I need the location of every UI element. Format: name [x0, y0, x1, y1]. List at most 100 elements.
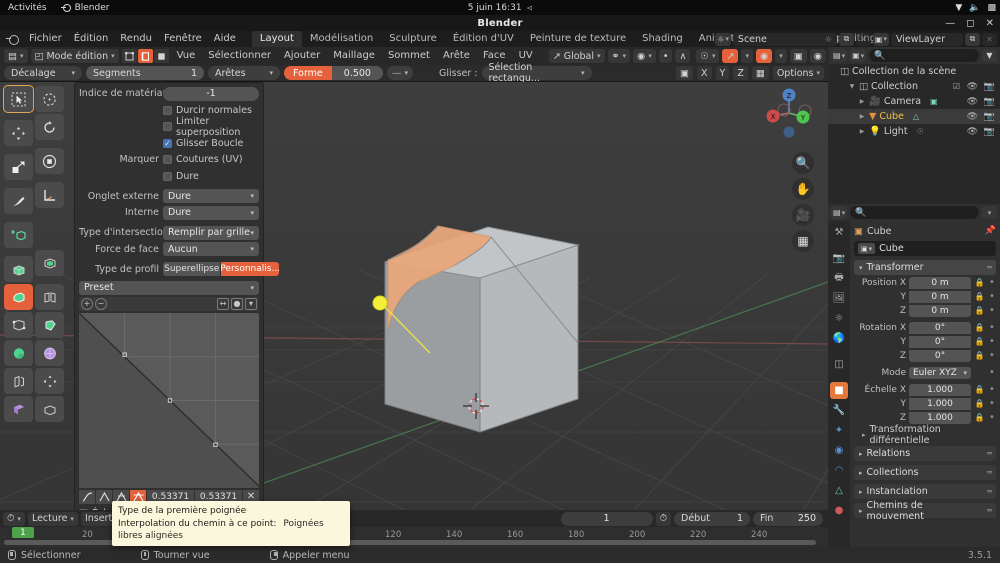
tool-select-box[interactable] — [35, 86, 64, 112]
close-button[interactable]: ✕ — [986, 18, 994, 29]
camera-view-icon[interactable]: 🎥 — [792, 204, 814, 226]
bevel-segments-field[interactable]: Segments 1 — [86, 66, 204, 80]
tab-constraints[interactable]: ◠ — [830, 462, 848, 479]
animate-property-icon[interactable]: • — [988, 384, 996, 395]
rotation-x-field[interactable]: 0° — [909, 321, 971, 334]
new-scene-button[interactable]: ⧉ — [838, 32, 854, 46]
scale-z-field[interactable]: 1.000 — [909, 411, 971, 424]
pan-view-icon[interactable]: ✋ — [792, 178, 814, 200]
face-strength-dropdown[interactable]: Aucun ▾ — [163, 242, 259, 256]
properties-search-input[interactable]: 🔍 — [850, 206, 979, 219]
animate-property-icon[interactable]: • — [988, 291, 996, 302]
tab-physics[interactable]: ◉ — [830, 442, 848, 459]
tool-measure[interactable] — [35, 182, 64, 208]
timeline-editor-type-button[interactable]: ⏱ ▾ — [3, 511, 25, 526]
rotation-mode-dropdown[interactable]: Euler XYZ ▾ — [909, 366, 971, 379]
viewlayer-name-field[interactable]: ViewLayer — [891, 32, 963, 46]
outliner-row-scene-collection[interactable]: ◫ Collection de la scène — [828, 64, 1000, 79]
expand-triangle-icon[interactable]: ▶ — [858, 98, 866, 105]
zoom-view-icon[interactable]: 🔍 — [792, 152, 814, 174]
disable-in-render-icon[interactable]: 📷 — [984, 97, 995, 107]
falloff-curve-icon[interactable]: ∧ — [675, 49, 691, 63]
material-index-field[interactable]: -1 — [163, 86, 259, 101]
lock-icon[interactable]: 🔒 — [974, 413, 985, 422]
tab-material[interactable]: ● — [830, 502, 848, 519]
viewport-options-dropdown[interactable]: Options ▾ — [772, 66, 824, 80]
tool-annotate[interactable] — [4, 188, 33, 214]
tab-collection[interactable]: ◫ — [830, 356, 848, 373]
hide-in-viewport-icon[interactable]: 👁 — [967, 127, 978, 137]
tool-poly-build[interactable] — [35, 312, 64, 338]
shading-wireframe-button[interactable]: ◉ — [809, 49, 827, 63]
clamp-overlap-checkbox[interactable] — [163, 122, 172, 131]
viewport-menu-selectionner[interactable]: Sélectionner — [203, 47, 276, 65]
animate-property-icon[interactable]: • — [988, 336, 996, 347]
tab-sculpture[interactable]: Sculpture — [381, 31, 445, 47]
properties-filter-dropdown[interactable]: ▾ — [982, 206, 997, 219]
scene-browse-icon[interactable]: ☼ ▾ — [715, 32, 731, 46]
profile-superellipse-button[interactable]: Superellipse — [163, 262, 221, 276]
mirror-options-icon[interactable]: ▦ — [751, 66, 769, 80]
profile-preset-dropdown[interactable]: Preset ▾ — [79, 280, 259, 295]
panel-header-relations[interactable]: ▸ Relations ═ — [854, 446, 996, 461]
location-y-field[interactable]: 0 m — [909, 290, 971, 303]
lock-icon[interactable]: 🔒 — [974, 323, 985, 332]
navigation-gizmo[interactable]: Z X Y — [762, 86, 816, 140]
lock-icon[interactable]: 🔒 — [974, 278, 985, 287]
viewport-overlays-toggle[interactable]: ◉ — [755, 49, 773, 63]
outliner-editor-type-button[interactable]: ▤ ▾ — [831, 49, 848, 62]
tool-loop-cut[interactable] — [35, 284, 64, 310]
axis-z-toggle[interactable]: Z — [733, 66, 748, 80]
use-preview-range-icon[interactable]: ⏱ — [655, 511, 671, 526]
animate-property-icon[interactable]: • — [988, 367, 996, 378]
intersection-type-dropdown[interactable]: Remplir par grille ▾ — [163, 225, 259, 240]
tab-view-layer[interactable]: 🖼 — [830, 290, 848, 307]
pivot-point-button[interactable]: • — [658, 49, 673, 63]
camera-data-icon[interactable]: ▣ — [930, 97, 938, 106]
tool-rotate[interactable] — [35, 114, 64, 140]
remove-viewlayer-button[interactable]: ✕ — [982, 32, 997, 46]
gizmo-options-dropdown[interactable]: ▾ — [741, 49, 753, 63]
loop-slide-checkbox[interactable]: ✓ — [163, 138, 172, 148]
timeline-playhead[interactable]: 1 — [12, 527, 34, 538]
object-browse-icon[interactable]: ▣ ▾ — [858, 243, 876, 254]
outliner-row-light[interactable]: ▶ 💡 Light ☉ 👁 📷 — [828, 124, 1000, 139]
outliner-filter-icon[interactable]: ▼ — [982, 49, 997, 62]
viewport-menu-maillage[interactable]: Maillage — [328, 47, 380, 65]
outliner-display-mode-button[interactable]: ▣ ▾ — [850, 49, 867, 62]
pin-icon[interactable]: ☼ — [825, 35, 832, 44]
tool-smooth[interactable] — [35, 340, 64, 366]
disable-in-render-icon[interactable]: 📷 — [984, 127, 995, 137]
tool-edge-slide[interactable] — [4, 368, 33, 394]
viewport-menu-ajouter[interactable]: Ajouter — [279, 47, 325, 65]
viewport-gizmos-button[interactable]: ☉ ▾ — [696, 49, 720, 63]
lock-icon[interactable]: 🔒 — [974, 385, 985, 394]
tool-scale[interactable] — [4, 154, 33, 180]
tab-texture-paint[interactable]: Peinture de texture — [522, 31, 634, 47]
toggle-perspective-icon[interactable]: ▦ — [792, 230, 814, 252]
os-clock[interactable]: 5 juin 16:31 — [468, 3, 522, 13]
show-gizmo-toggle[interactable]: ↗ — [722, 49, 739, 63]
axis-y-toggle[interactable]: Y — [715, 66, 730, 80]
light-data-icon[interactable]: ☉ — [917, 127, 924, 136]
exclude-checkbox[interactable]: ☑ — [953, 82, 960, 91]
tool-bevel[interactable] — [4, 284, 33, 310]
panel-header-motion-paths[interactable]: ▸ Chemins de mouvement ═ — [854, 500, 996, 522]
viewport-menu-vue[interactable]: Vue — [172, 47, 201, 65]
animate-property-icon[interactable]: • — [988, 412, 996, 423]
miter-inner-dropdown[interactable]: Dure ▾ — [163, 205, 259, 220]
tab-particles[interactable]: ✦ — [830, 422, 848, 439]
hide-in-viewport-icon[interactable]: 👁 — [967, 97, 978, 107]
tool-add-cube[interactable] — [4, 222, 33, 248]
tab-world[interactable]: 🌎 — [830, 330, 848, 347]
menu-fichier[interactable]: Fichier — [23, 31, 68, 47]
expand-triangle-icon[interactable]: ▶ — [858, 128, 866, 135]
profile-custom-button[interactable]: Personnalis... — [221, 262, 279, 276]
properties-editor-type-button[interactable]: ▤ ▾ — [831, 206, 848, 219]
profile-curve-canvas[interactable] — [79, 312, 259, 488]
edge-select-mode-button[interactable] — [137, 49, 153, 63]
scene-name-field[interactable]: Scene ☼ — [732, 32, 837, 46]
zoom-in-icon[interactable]: + — [81, 297, 93, 310]
pin-id-icon[interactable]: 📌 — [985, 226, 996, 236]
tool-spin[interactable] — [4, 340, 33, 366]
